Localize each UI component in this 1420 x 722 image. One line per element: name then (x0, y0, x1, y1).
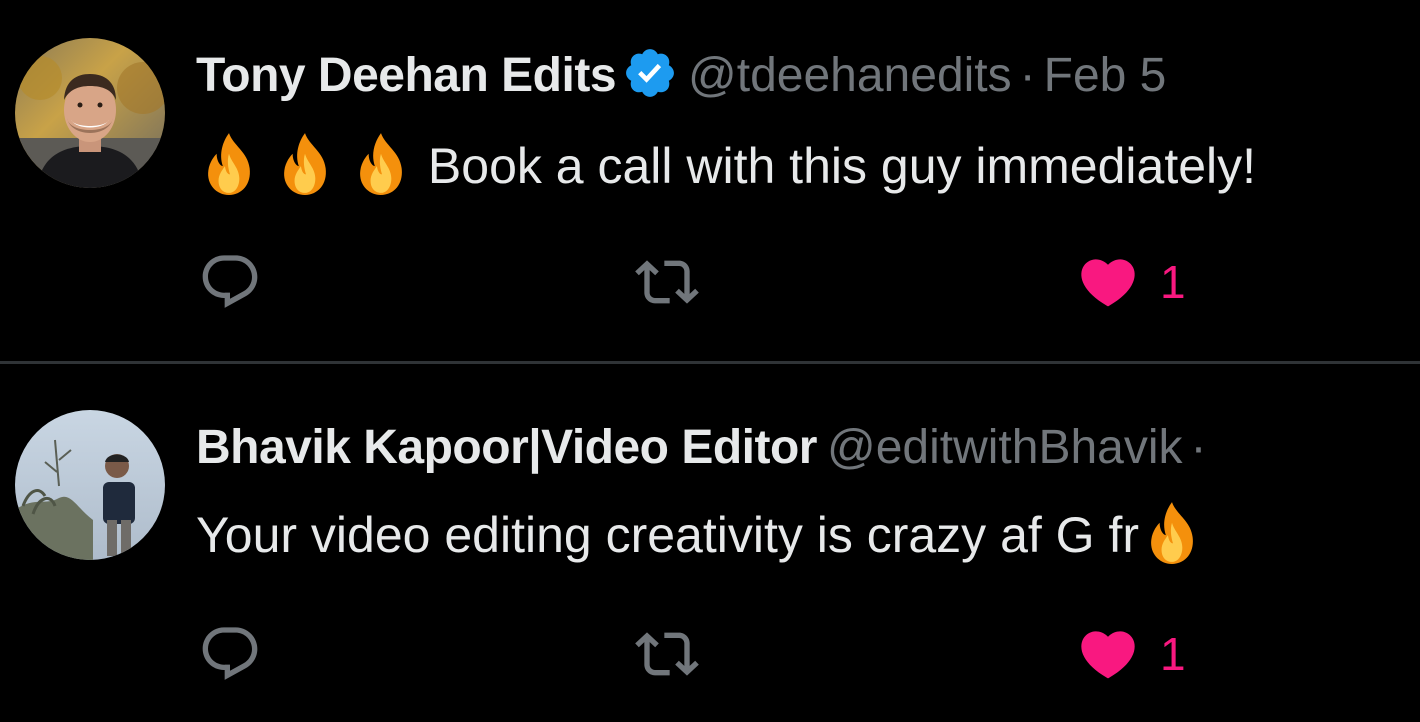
tweet-reply[interactable]: Bhavik Kapoor|Video Editor @editwithBhavi… (0, 364, 1420, 722)
user-handle[interactable]: @tdeehanedits (688, 49, 1012, 102)
reply-button[interactable] (198, 250, 262, 314)
avatar[interactable] (15, 38, 165, 188)
heart-filled-icon (1076, 622, 1140, 686)
verified-badge-icon[interactable] (622, 45, 678, 101)
tweet-text-content: Your video editing creativity is crazy a… (196, 507, 1139, 563)
avatar[interactable] (15, 410, 165, 560)
tweet-text-content: Book a call with this guy immediately! (427, 138, 1257, 194)
retweet-button[interactable] (630, 250, 704, 314)
heart-filled-icon (1076, 250, 1140, 314)
display-name[interactable]: Tony Deehan Edits (196, 49, 617, 102)
separator: · (1019, 49, 1036, 102)
tweet-text: Your video editing creativity is crazy a… (196, 500, 1205, 566)
separator: · (1190, 421, 1207, 474)
retweet-button[interactable] (630, 622, 704, 686)
fire-emoji (196, 131, 262, 197)
display-name[interactable]: Bhavik Kapoor|Video Editor (196, 421, 817, 474)
like-count: 1 (1160, 628, 1186, 680)
fire-emoji (1139, 500, 1205, 566)
fire-emoji (272, 131, 338, 197)
like-count: 1 (1160, 256, 1186, 308)
like-button[interactable]: 1 (1076, 622, 1186, 686)
like-button[interactable]: 1 (1076, 250, 1186, 314)
reply-button[interactable] (198, 622, 262, 686)
retweet-icon (630, 622, 704, 686)
retweet-icon (630, 250, 704, 314)
tweet-text: Book a call with this guy immediately! (196, 131, 1256, 197)
replies-timeline: Tony Deehan Edits @tdeehanedits · Feb 5 Boo… (0, 0, 1420, 722)
tweet-date[interactable]: Feb 5 (1044, 49, 1167, 102)
tweet-header: Tony Deehan Edits @tdeehanedits · Feb 5 (196, 45, 1166, 106)
tweet-reply[interactable]: Tony Deehan Edits @tdeehanedits · Feb 5 Boo… (0, 0, 1420, 362)
fire-emoji (348, 131, 414, 197)
tweet-header: Bhavik Kapoor|Video Editor @editwithBhavi… (196, 418, 1215, 478)
reply-icon (198, 250, 262, 314)
reply-icon (198, 622, 262, 686)
user-handle[interactable]: @editwithBhavik (827, 421, 1183, 474)
